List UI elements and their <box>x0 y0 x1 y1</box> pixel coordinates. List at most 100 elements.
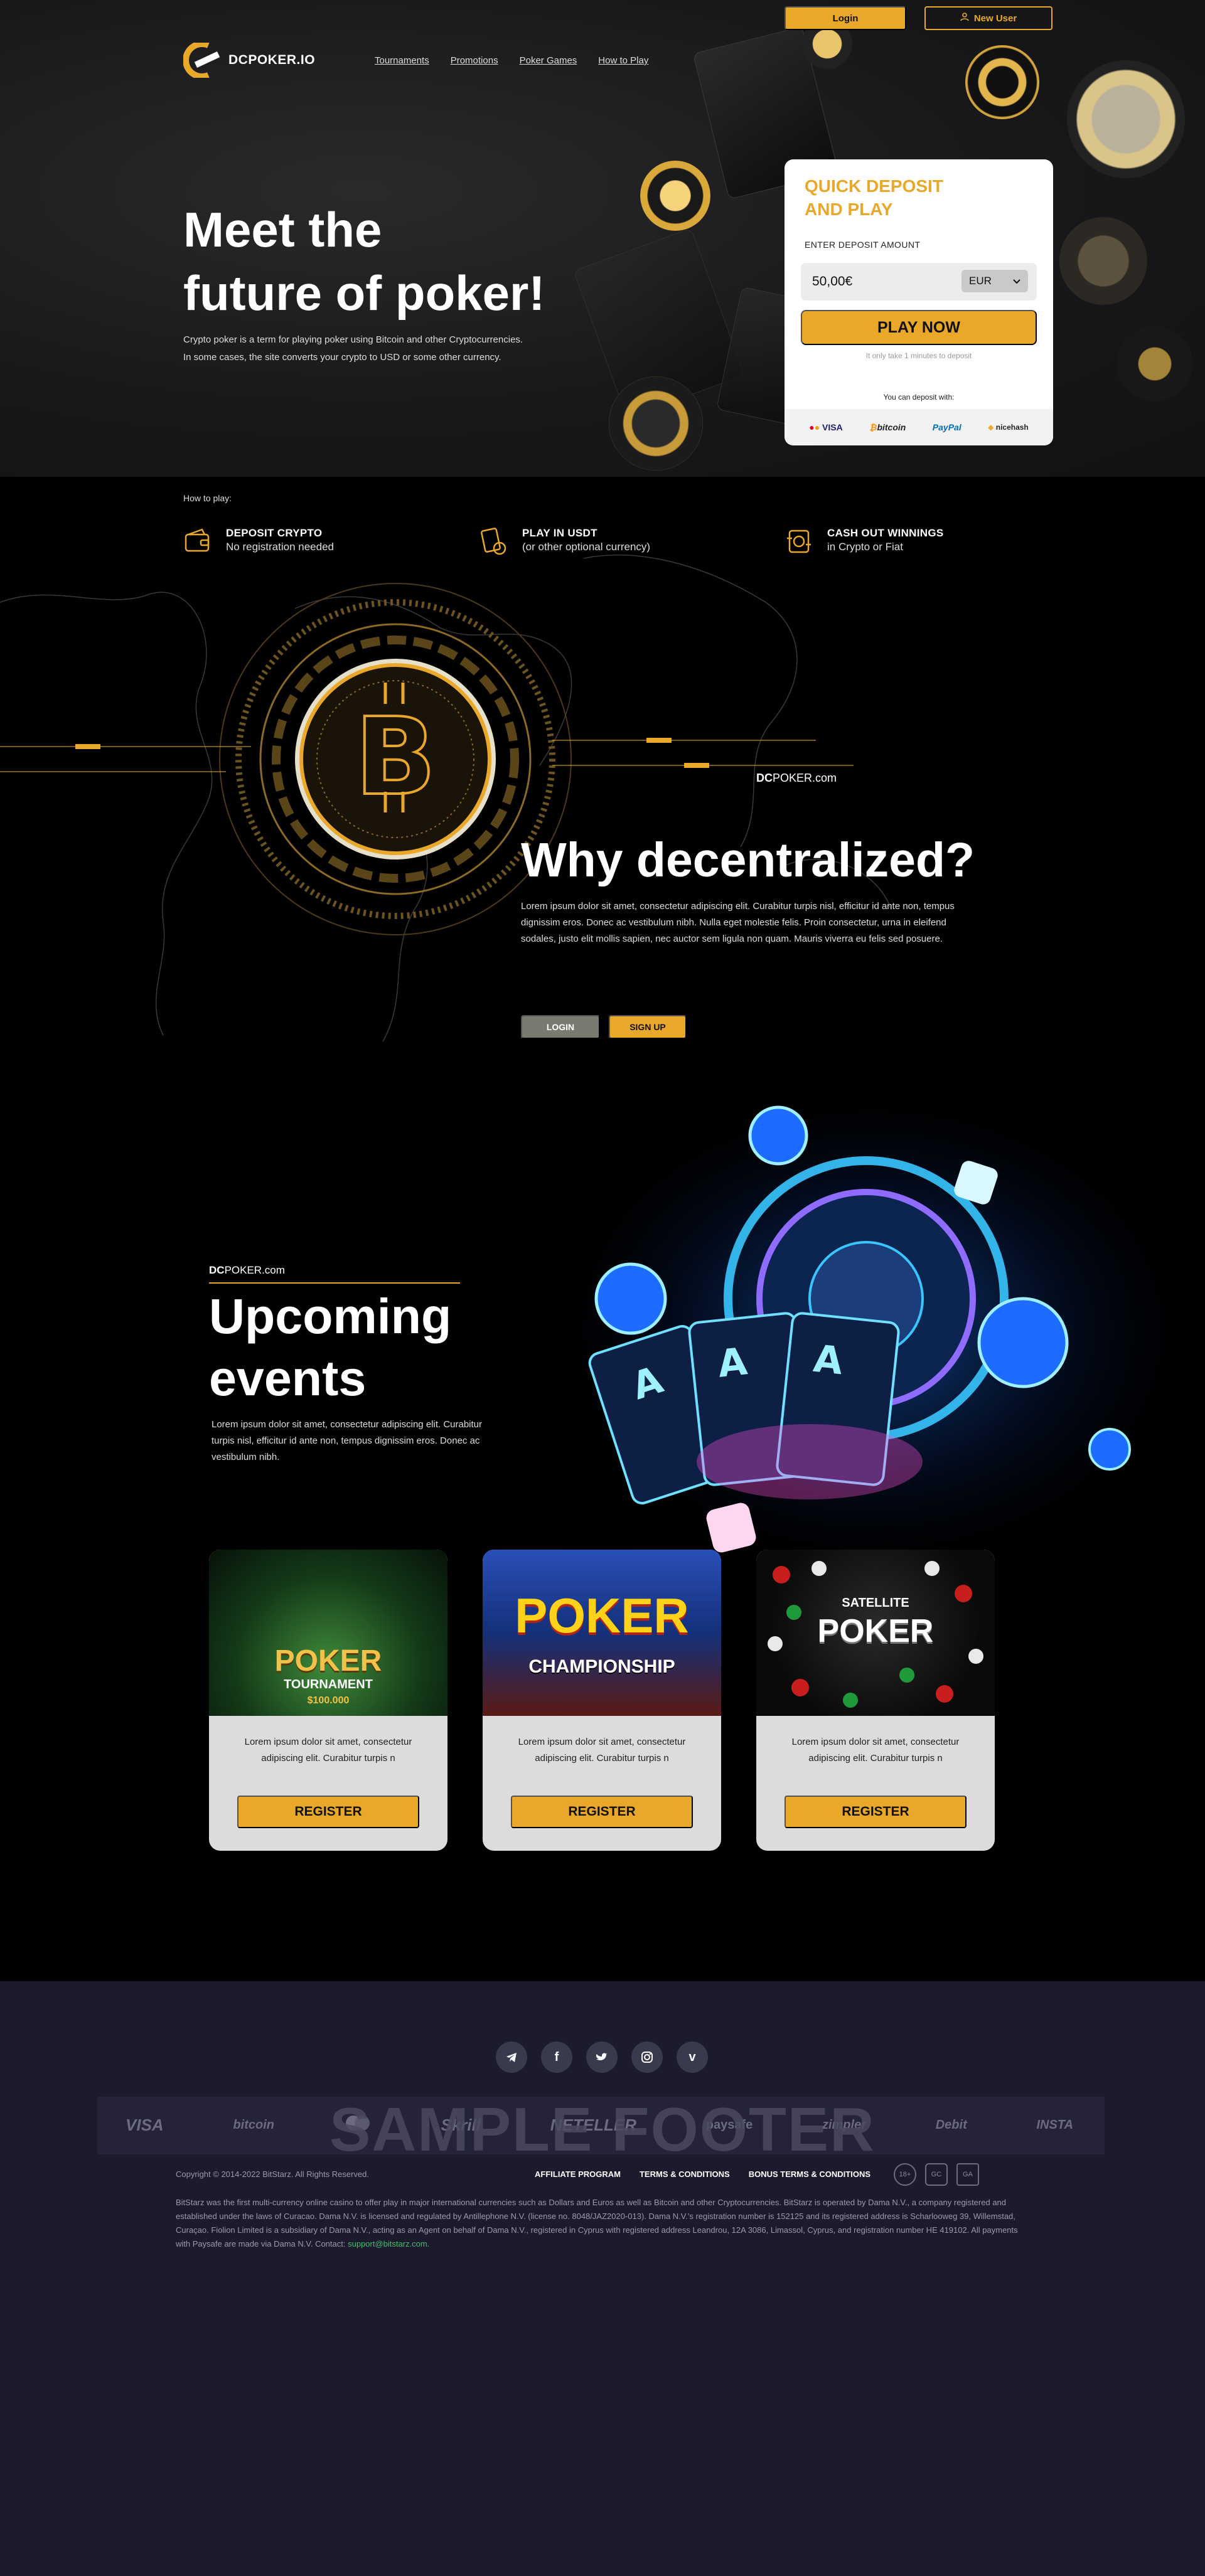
how-to-play-label: How to play: <box>183 493 232 503</box>
event-image-poker-championship: POKER CHAMPIONSHIP <box>483 1550 721 1716</box>
nav-item-how-to-play[interactable]: How to Play <box>598 55 648 66</box>
event-description: Lorem ipsum dolor sit amet, consectetur … <box>518 1737 686 1764</box>
poker-chips-decoration <box>768 1561 983 1708</box>
circuit-lines-graphic <box>0 738 854 772</box>
upcoming-events-description: Lorem ipsum dolor sit amet, consectetur … <box>212 1419 483 1462</box>
event-card: POKER TOURNAMENT $100.000 Lorem ipsum do… <box>209 1550 447 1851</box>
footer-links: AFFILIATE PROGRAM TERMS & CONDITIONS BON… <box>535 2169 870 2179</box>
logo-text-rest: POKER.IO <box>248 53 316 67</box>
visa-logo: ●● VISA <box>809 422 843 432</box>
upcoming-events-title: Upcoming events <box>209 1285 535 1409</box>
wallet-icon <box>183 527 212 556</box>
how-to-play-section: How to play: DEPOSIT CRYPTO No registrat… <box>0 477 1205 1054</box>
deposit-methods-row: ●● VISA ₿bitcoin PayPal ◆ nicehash <box>785 409 1053 445</box>
step-title: DEPOSIT CRYPTO <box>226 527 323 539</box>
hero-desc-line1: Crypto poker is a term for playing poker… <box>183 334 523 345</box>
legal-body: BitStarz was the first multi-currency on… <box>176 2198 1018 2249</box>
footer-link-terms[interactable]: TERMS & CONDITIONS <box>640 2169 730 2179</box>
dcpoker-brand: DCPOKER.com <box>209 1264 285 1276</box>
nav-item-poker-games[interactable]: Poker Games <box>520 55 577 66</box>
nav-item-tournaments[interactable]: Tournaments <box>375 55 429 66</box>
currency-select[interactable]: EUR <box>961 270 1028 292</box>
age-18-icon: 18+ <box>894 2163 916 2186</box>
footer-link-bonus-terms[interactable]: BONUS TERMS & CONDITIONS <box>749 2169 870 2179</box>
site-logo[interactable]: DCPOKER.IO <box>183 41 316 80</box>
poker-chip-decoration <box>1059 217 1147 305</box>
twitter-icon[interactable] <box>586 2041 618 2073</box>
footer-link-affiliate[interactable]: AFFILIATE PROGRAM <box>535 2169 621 2179</box>
instagram-icon[interactable] <box>631 2041 663 2073</box>
svg-text:A: A <box>811 1337 845 1384</box>
copyright-text: Copyright © 2014-2022 BitStarz. All Righ… <box>176 2169 370 2179</box>
hero-title-line1: Meet the <box>183 202 382 257</box>
deposit-note: It only take 1 minutes to deposit <box>865 351 972 360</box>
new-user-button[interactable]: New User <box>924 6 1052 30</box>
facebook-icon[interactable]: f <box>541 2041 572 2073</box>
sample-footer-watermark: SAMPLE FOOTER <box>329 2095 876 2164</box>
hero-title-line2: future of poker! <box>183 265 545 321</box>
register-button[interactable]: REGISTER <box>237 1796 419 1828</box>
support-email-link[interactable]: support@bitstarz.com. <box>348 2239 429 2249</box>
new-user-label: New User <box>973 13 1017 24</box>
poker-chip-decoration <box>965 45 1039 119</box>
step-subtitle: No registration needed <box>226 541 335 553</box>
quick-deposit-panel: QUICK DEPOSIT AND PLAY ENTER DEPOSIT AMO… <box>785 159 1053 445</box>
step-subtitle: in Crypto or Fiat <box>827 541 903 553</box>
telegram-icon[interactable] <box>496 2041 527 2073</box>
deposit-methods-label: You can deposit with: <box>883 393 955 402</box>
deposit-title: QUICK DEPOSIT AND PLAY <box>805 176 943 219</box>
paypal-logo: PayPal <box>932 422 961 432</box>
sign-up-button[interactable]: SIGN UP <box>609 1015 687 1039</box>
event-card: SATELLITE POKER Lorem ipsum dolor sit am… <box>756 1550 995 1851</box>
why-decentralized-description: Lorem ipsum dolor sit amet, consectetur … <box>521 901 955 944</box>
nav-item-promotions[interactable]: Promotions <box>451 55 498 66</box>
upcoming-events-section: A A A DCPOKER.com Upcoming events Lorem … <box>0 1054 1205 1981</box>
event-description: Lorem ipsum dolor sit amet, consectetur … <box>244 1737 412 1764</box>
cards-icon <box>479 527 508 556</box>
vimeo-icon[interactable]: v <box>677 2041 708 2073</box>
gambling-aware-icon: GA <box>956 2163 979 2186</box>
step-title: CASH OUT WINNINGS <box>827 527 944 539</box>
chevron-down-icon <box>1013 275 1020 287</box>
nicehash-logo: ◆ nicehash <box>988 423 1029 432</box>
currency-value: EUR <box>969 275 992 287</box>
poker-chip-decoration <box>609 376 703 471</box>
login-button-secondary[interactable]: LOGIN <box>521 1015 600 1039</box>
register-button[interactable]: REGISTER <box>511 1796 693 1828</box>
hero-desc-line2: In some cases, the site converts your cr… <box>183 352 501 363</box>
logo-text-bold: DC <box>228 53 249 67</box>
event-card: POKER CHAMPIONSHIP Lorem ipsum dolor sit… <box>483 1550 721 1851</box>
user-icon <box>960 13 969 24</box>
events-title-line1: Upcoming <box>209 1288 452 1344</box>
event-description: Lorem ipsum dolor sit amet, consectetur … <box>791 1737 960 1764</box>
event-image-poker-satellite: SATELLITE POKER <box>756 1550 995 1716</box>
gamcare-icon: GC <box>925 2163 948 2186</box>
casino-vip-chip <box>1067 60 1185 178</box>
play-now-button[interactable]: PLAY NOW <box>801 310 1037 345</box>
hero-section: Login New User DCPOKER.IO Tournaments Pr… <box>0 0 1205 477</box>
register-button[interactable]: REGISTER <box>785 1796 967 1828</box>
svg-text:A: A <box>715 1339 749 1386</box>
hero-title: Meet the future of poker! <box>183 198 623 325</box>
dcpoker-brand: DCPOKER.com <box>756 772 837 784</box>
step-cash-out: CASH OUT WINNINGS in Crypto or Fiat <box>785 527 943 556</box>
poker-chip-decoration <box>1117 326 1192 402</box>
events-title-line2: events <box>209 1350 367 1406</box>
footer-badges: 18+ GC GA <box>894 2163 979 2186</box>
step-subtitle: (or other optional currency) <box>522 541 651 553</box>
step-title: PLAY IN USDT <box>522 527 597 539</box>
step-deposit-crypto: DEPOSIT CRYPTO No registration needed <box>183 527 334 556</box>
hero-description: Crypto poker is a term for playing poker… <box>183 331 597 366</box>
login-button[interactable]: Login <box>785 6 906 30</box>
poker-chip-decoration <box>640 161 710 231</box>
social-links: f v <box>496 2041 708 2073</box>
site-footer: f v VISA bitcoin Skrill NETELLER paysafe… <box>0 1981 1205 2576</box>
legal-text: BitStarz was the first multi-currency on… <box>176 2196 1031 2251</box>
event-image-poker-tournament: POKER TOURNAMENT $100.000 <box>209 1550 447 1716</box>
deposit-amount-label: ENTER DEPOSIT AMOUNT <box>805 240 921 250</box>
cashout-icon <box>785 527 813 556</box>
main-nav: Tournaments Promotions Poker Games How t… <box>375 55 648 66</box>
why-decentralized-title: Why decentralized? <box>521 833 975 887</box>
neon-casino-illustration: A A A <box>540 1054 1205 1556</box>
brand-underline <box>209 1282 460 1284</box>
